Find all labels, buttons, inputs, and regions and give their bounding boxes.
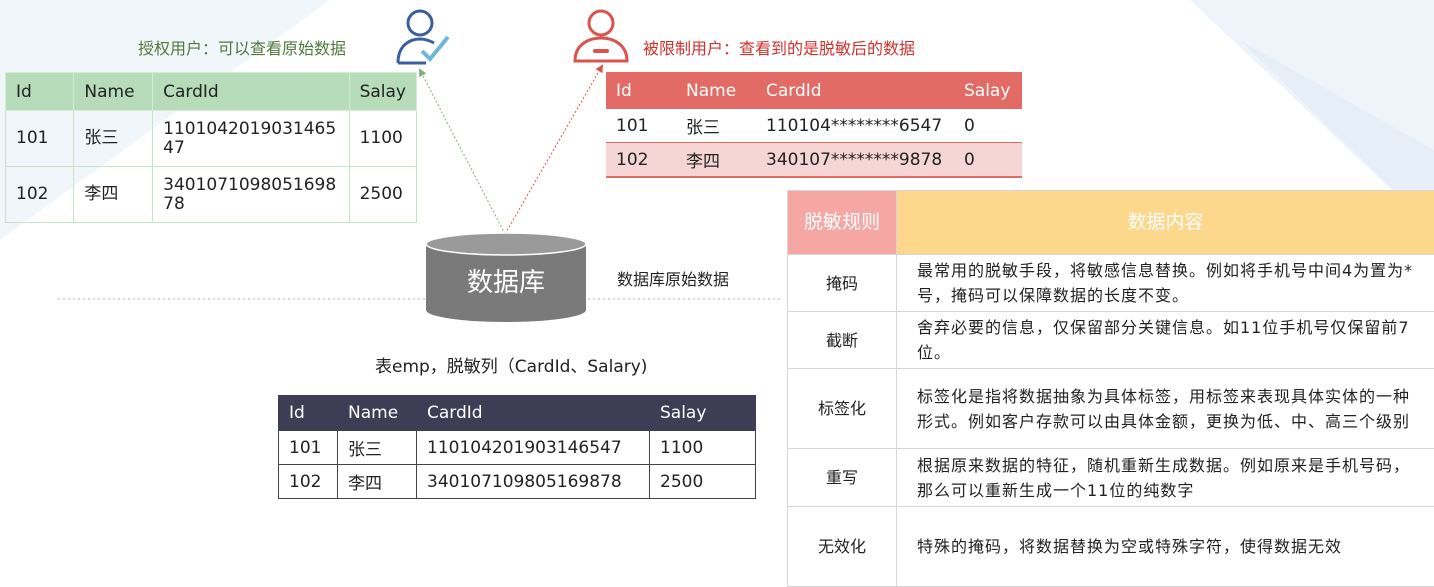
restricted-user-label: 被限制用户：查看到的是脱敏后的数据 bbox=[643, 35, 915, 59]
rule-description: 标签化是指将数据抽象为具体标签，用标签来表现具体实体的一种形式。例如客户存款可以… bbox=[897, 369, 1434, 449]
column-header: Salay bbox=[954, 72, 1022, 109]
table-cell: 101 bbox=[606, 109, 676, 143]
table-cell: 张三 bbox=[74, 111, 153, 167]
table-caption: 表emp，脱敏列（CardId、Salary) bbox=[375, 352, 647, 377]
authorized-data-table: Id Name CardId Salay 101 张三 110104201903… bbox=[5, 72, 417, 223]
rule-name: 掩码 bbox=[788, 255, 897, 312]
rule-name: 重写 bbox=[788, 449, 897, 507]
column-header: CardId bbox=[153, 73, 349, 111]
table-cell: 110104********6547 bbox=[756, 109, 954, 143]
table-row: 102 李四 340107109805169878 2500 bbox=[6, 167, 417, 223]
table-cell: 101 bbox=[6, 111, 74, 167]
raw-data-table: Id Name CardId Salay 101 张三 110104201903… bbox=[278, 395, 756, 499]
database-label: 数据库 bbox=[424, 262, 588, 299]
rules-row: 标签化 标签化是指将数据抽象为具体标签，用标签来表现具体实体的一种形式。例如客户… bbox=[788, 369, 1434, 449]
authorized-user-label: 授权用户：可以查看原始数据 bbox=[138, 35, 346, 59]
table-row: 101 张三 110104201903146547 1100 bbox=[279, 431, 756, 465]
table-cell: 340107109805169878 bbox=[153, 167, 349, 223]
table-cell: 110104201903146547 bbox=[153, 111, 349, 167]
column-header: CardId bbox=[417, 396, 650, 431]
rules-header-rule: 脱敏规则 bbox=[788, 191, 897, 255]
rule-name: 截断 bbox=[788, 312, 897, 369]
rules-row: 无效化 特殊的掩码，将数据替换为空或特殊字符，使得数据无效 bbox=[788, 507, 1434, 587]
column-header: Id bbox=[279, 396, 338, 431]
user-restricted-icon bbox=[570, 5, 632, 67]
table-cell: 340107109805169878 bbox=[417, 465, 650, 499]
masking-rules-table: 脱敏规则 数据内容 掩码 最常用的脱敏手段，将敏感信息替换。例如将手机号中间4为… bbox=[787, 190, 1434, 587]
user-check-icon bbox=[392, 5, 452, 67]
table-header-row: Id Name CardId Salay bbox=[6, 73, 417, 111]
database-caption: 数据库原始数据 bbox=[617, 266, 729, 290]
table-cell: 340107********9878 bbox=[756, 143, 954, 178]
table-row: 102 李四 340107109805169878 2500 bbox=[279, 465, 756, 499]
table-cell: 102 bbox=[6, 167, 74, 223]
table-header-row: Id Name CardId Salay bbox=[279, 396, 756, 431]
rules-row: 掩码 最常用的脱敏手段，将敏感信息替换。例如将手机号中间4为置为*号，掩码可以保… bbox=[788, 255, 1434, 312]
table-cell: 0 bbox=[954, 109, 1022, 143]
restricted-data-table: Id Name CardId Salay 101 张三 110104******… bbox=[606, 72, 1022, 178]
rule-name: 无效化 bbox=[788, 507, 897, 587]
table-cell: 李四 bbox=[74, 167, 153, 223]
column-header: Name bbox=[74, 73, 153, 111]
table-cell: 102 bbox=[279, 465, 338, 499]
column-header: Salay bbox=[349, 73, 416, 111]
table-row: 102 李四 340107********9878 0 bbox=[606, 143, 1022, 178]
table-cell: 1100 bbox=[650, 431, 756, 465]
table-cell: 张三 bbox=[676, 109, 756, 143]
table-row: 101 张三 110104********6547 0 bbox=[606, 109, 1022, 143]
rules-header-row: 脱敏规则 数据内容 bbox=[788, 191, 1434, 255]
column-header: Name bbox=[676, 72, 756, 109]
rule-description: 根据原来数据的特征，随机重新生成数据。例如原来是手机号码，那么可以重新生成一个1… bbox=[897, 449, 1434, 507]
column-header: Id bbox=[606, 72, 676, 109]
rules-row: 重写 根据原来数据的特征，随机重新生成数据。例如原来是手机号码，那么可以重新生成… bbox=[788, 449, 1434, 507]
table-cell: 101 bbox=[279, 431, 338, 465]
rule-description: 特殊的掩码，将数据替换为空或特殊字符，使得数据无效 bbox=[897, 507, 1434, 587]
table-cell: 李四 bbox=[676, 143, 756, 178]
table-header-row: Id Name CardId Salay bbox=[606, 72, 1022, 109]
table-cell: 110104201903146547 bbox=[417, 431, 650, 465]
column-header: Salay bbox=[650, 396, 756, 431]
table-cell: 张三 bbox=[338, 431, 417, 465]
rule-description: 最常用的脱敏手段，将敏感信息替换。例如将手机号中间4为置为*号，掩码可以保障数据… bbox=[897, 255, 1434, 312]
table-cell: 102 bbox=[606, 143, 676, 178]
rules-header-content: 数据内容 bbox=[897, 191, 1434, 255]
column-header: Id bbox=[6, 73, 74, 111]
rule-name: 标签化 bbox=[788, 369, 897, 449]
column-header: CardId bbox=[756, 72, 954, 109]
table-cell: 2500 bbox=[349, 167, 416, 223]
table-row: 101 张三 110104201903146547 1100 bbox=[6, 111, 417, 167]
table-cell: 李四 bbox=[338, 465, 417, 499]
table-cell: 0 bbox=[954, 143, 1022, 178]
table-cell: 2500 bbox=[650, 465, 756, 499]
rule-description: 舍弃必要的信息，仅保留部分关键信息。如11位手机号仅保留前7位。 bbox=[897, 312, 1434, 369]
arrow-to-restricted bbox=[505, 66, 602, 234]
table-cell: 1100 bbox=[349, 111, 416, 167]
column-header: Name bbox=[338, 396, 417, 431]
arrow-to-authorized bbox=[420, 70, 505, 234]
rules-row: 截断 舍弃必要的信息，仅保留部分关键信息。如11位手机号仅保留前7位。 bbox=[788, 312, 1434, 369]
